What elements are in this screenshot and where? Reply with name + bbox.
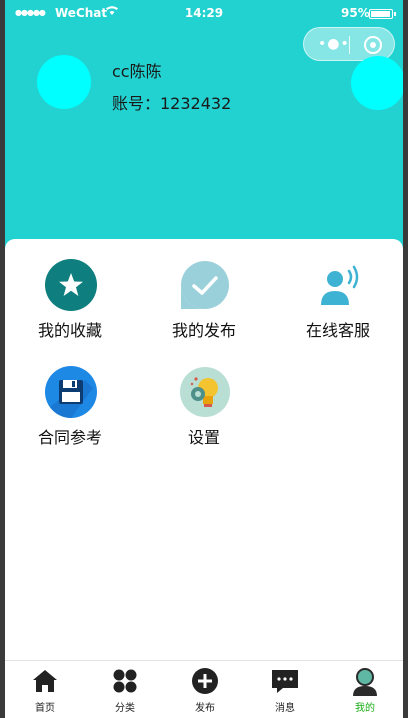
menu-label: 我的发布 [171,321,236,340]
menu-label: 在线客服 [305,321,370,340]
status-bar: ●●●●● WeChat 14:29 95% [5,0,403,28]
menu-item-favorites[interactable]: 我的收藏 [5,239,135,340]
settings-gear-bulb-icon [180,367,230,417]
tab-bar: 首页 分类 发布 消息 我的 [5,660,403,718]
tab-label: 发布 [195,703,215,714]
star-icon [45,259,97,311]
tab-label: 首页 [35,703,55,714]
more-dots-icon[interactable]: •●• [318,36,350,52]
menu-card: 我的收藏 我的发布 在线客服 合同参考 设置 [5,239,403,660]
phone-screen: ●●●●● WeChat 14:29 95% •●• cc陈陈 账号：12324… [5,0,403,718]
tab-label: 分类 [115,703,135,714]
user-name: cc陈陈 [112,62,162,81]
tab-category[interactable]: 分类 [85,661,165,718]
tab-publish[interactable]: 发布 [165,661,245,718]
battery-icon [369,9,393,19]
menu-label: 合同参考 [37,428,102,447]
capsule-divider [349,36,350,54]
check-bubble-icon [181,261,229,309]
tab-mine[interactable]: 我的 [325,661,403,718]
tab-home[interactable]: 首页 [5,661,85,718]
menu-item-my-posts[interactable]: 我的发布 [139,239,269,340]
tab-label: 消息 [275,703,295,714]
grid-icon [113,669,137,693]
support-person-icon [321,265,359,305]
avatar[interactable] [37,55,91,109]
battery-tip [394,12,396,16]
battery-percent: 95% [341,6,370,20]
menu-item-customer-service[interactable]: 在线客服 [273,239,403,340]
avatar-decoration [351,56,403,110]
account-number: 账号：1232432 [112,94,232,113]
tab-label: 我的 [355,703,375,714]
menu-item-contract-reference[interactable]: 合同参考 [5,346,135,447]
user-icon [353,668,377,696]
target-icon[interactable] [364,36,382,54]
menu-label: 我的收藏 [37,321,102,340]
home-icon [33,670,57,692]
tab-messages[interactable]: 消息 [245,661,325,718]
message-icon [272,670,298,693]
plus-circle-icon [192,668,218,694]
menu-item-settings[interactable]: 设置 [139,346,269,447]
floppy-disk-icon [45,366,97,418]
menu-label: 设置 [187,428,220,447]
